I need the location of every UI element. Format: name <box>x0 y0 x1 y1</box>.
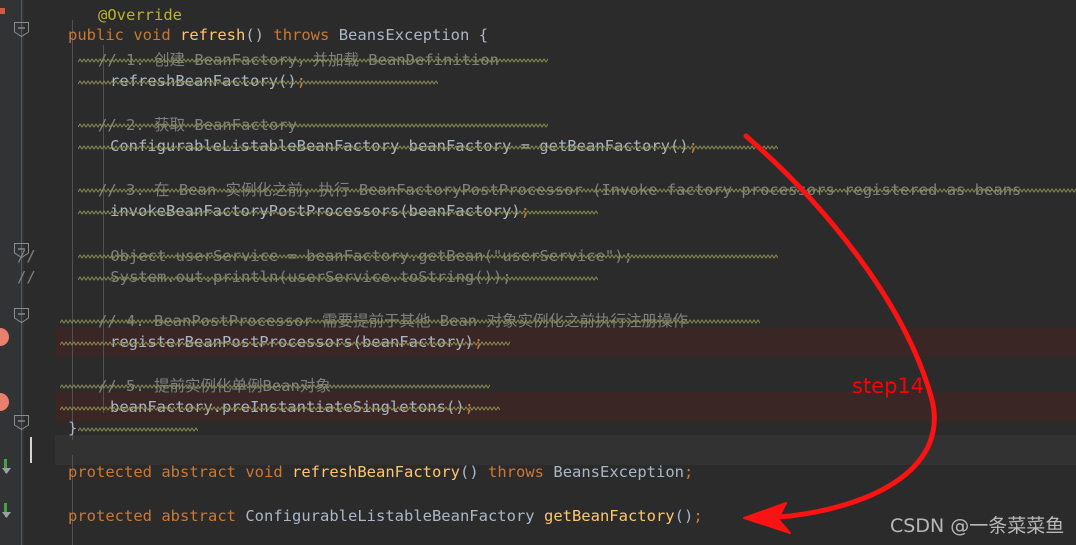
ide-editor-screenshot: @Override public void refresh() throws Be… <box>0 0 1076 545</box>
spellcheck-wave <box>60 406 500 411</box>
line-abstract-refresh[interactable]: protected abstract void refreshBeanFacto… <box>68 457 693 487</box>
spellcheck-wave <box>78 188 1076 193</box>
code-token: ; <box>684 463 694 481</box>
spellcheck-wave <box>60 384 490 389</box>
implemented-method-marker-refresh-bean-factory[interactable] <box>1 459 17 477</box>
code-token: } <box>68 419 78 437</box>
step-annotation-label: step14 <box>852 374 925 398</box>
spellcheck-wave <box>78 210 598 215</box>
spellcheck-wave <box>78 58 548 63</box>
code-token: { <box>469 26 489 44</box>
text-caret <box>30 437 32 463</box>
code-token: void <box>133 26 171 44</box>
code-token: getBeanFactory <box>543 507 675 525</box>
spellcheck-wave <box>78 254 778 259</box>
code-token: ; <box>693 507 703 525</box>
code-token: abstract <box>161 463 236 481</box>
code-token: protected <box>68 463 152 481</box>
code-token: throws <box>488 463 545 481</box>
line-close-brace[interactable]: } <box>68 413 77 443</box>
code-token: abstract <box>161 507 236 525</box>
spellcheck-wave <box>78 123 548 128</box>
code-token: () <box>674 507 694 525</box>
code-token: BeansException <box>338 26 470 44</box>
fold-marker-comment-5[interactable] <box>13 414 30 431</box>
code-token: throws <box>273 26 330 44</box>
code-token: refreshBeanFactory <box>292 463 460 481</box>
code-token: () <box>460 463 479 481</box>
spellcheck-wave <box>78 80 438 85</box>
fold-marker-comment-4[interactable] <box>13 307 30 324</box>
line-abstract-getbeanfactory[interactable]: protected abstract ConfigurableListableB… <box>68 501 703 531</box>
fold-marker-method-refresh[interactable] <box>13 21 30 38</box>
implemented-method-marker-get-bean-factory[interactable] <box>1 503 17 521</box>
spellcheck-wave <box>60 319 760 324</box>
code-token: ConfigurableListableBeanFactory <box>245 507 535 525</box>
error-stripe-mark[interactable] <box>0 8 5 14</box>
spellcheck-wave <box>78 276 598 281</box>
code-token: () <box>245 26 265 44</box>
csdn-watermark: CSDN @一条菜菜鱼 <box>890 515 1065 537</box>
code-token: protected <box>68 507 152 525</box>
code-token: void <box>245 463 283 481</box>
spellcheck-wave <box>60 341 510 346</box>
spellcheck-wave <box>78 427 198 432</box>
code-token: public <box>68 26 124 44</box>
code-token: BeansException <box>553 463 685 481</box>
code-token: refresh <box>180 26 246 44</box>
spellcheck-wave <box>78 145 778 150</box>
